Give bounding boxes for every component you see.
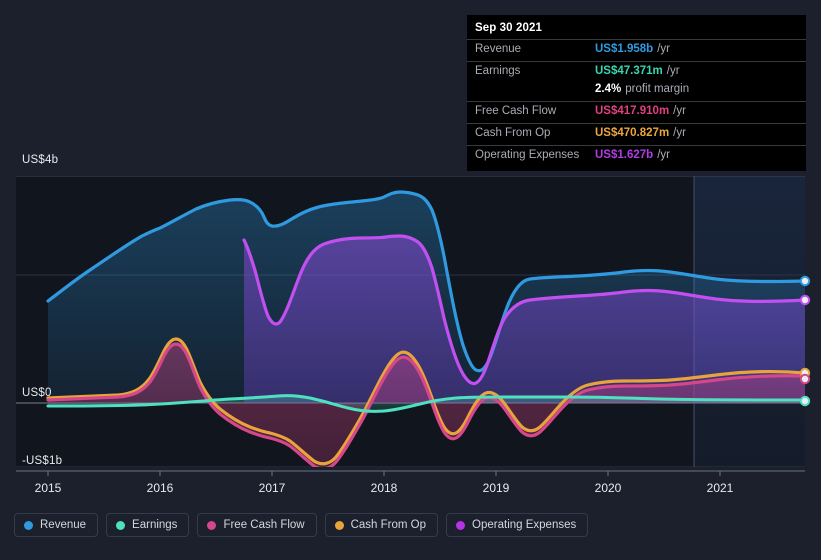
tooltip-row-cash-from-op: Cash From Op US$470.827m /yr [467, 123, 806, 145]
tooltip-label-cash-from-op: Cash From Op [475, 127, 551, 139]
tooltip-value-profit-margin: 2.4% [595, 83, 622, 95]
y-label-top: US$4b [22, 154, 59, 166]
tooltip-row-earnings: Earnings US$47.371m /yr [467, 61, 806, 83]
tooltip-row-operating-expenses: Operating Expenses US$1.627b /yr [467, 145, 806, 167]
tooltip-value-free-cash-flow: US$417.910m [595, 105, 670, 117]
endpoint-earnings [799, 395, 811, 407]
x-label-2016: 2016 [146, 481, 174, 495]
chart-legend: Revenue Earnings Free Cash Flow Cash Fro… [14, 513, 589, 537]
y-label-bottom: -US$1b [22, 455, 63, 467]
legend-item-operating-expenses[interactable]: Operating Expenses [446, 513, 589, 537]
tooltip-value-earnings: US$47.371m [595, 65, 663, 77]
x-label-2017: 2017 [258, 481, 286, 495]
tooltip-row-revenue: Revenue US$1.958b /yr [467, 39, 806, 61]
tooltip-value-cash-from-op: US$470.827m [595, 127, 670, 139]
tooltip-date: Sep 30 2021 [475, 22, 542, 34]
tooltip-label-operating-expenses: Operating Expenses [475, 149, 580, 161]
tooltip-row-free-cash-flow: Free Cash Flow US$417.910m /yr [467, 101, 806, 123]
legend-label-earnings: Earnings [132, 519, 178, 531]
tooltip-label-revenue: Revenue [475, 43, 522, 55]
tooltip-label-free-cash-flow: Free Cash Flow [475, 105, 557, 117]
tooltip-row-profit-margin: 2.4% profit margin [467, 83, 806, 101]
legend-item-cash-from-op[interactable]: Cash From Op [324, 513, 439, 537]
legend-label-free-cash-flow: Free Cash Flow [223, 519, 305, 531]
x-label-2021: 2021 [706, 481, 734, 495]
tooltip-unit-cash-from-op: /yr [673, 127, 686, 139]
tooltip-value-operating-expenses: US$1.627b [595, 149, 654, 161]
tooltip-unit-operating-expenses: /yr [657, 149, 670, 161]
chart-tooltip: Sep 30 2021 Revenue US$1.958b /yr Earnin… [467, 15, 806, 171]
legend-dot-free-cash-flow-icon [207, 520, 217, 530]
legend-dot-revenue-icon [24, 520, 33, 530]
legend-item-free-cash-flow[interactable]: Free Cash Flow [197, 513, 317, 537]
tooltip-unit-earnings: /yr [666, 65, 680, 77]
endpoint-revenue [799, 275, 811, 287]
x-label-2015: 2015 [34, 481, 62, 495]
legend-item-revenue[interactable]: Revenue [14, 513, 99, 537]
legend-dot-cash-from-op-icon [334, 520, 344, 530]
tooltip-label-earnings: Earnings [475, 65, 521, 77]
tooltip-unit-free-cash-flow: /yr [673, 105, 686, 117]
x-label-2019: 2019 [482, 481, 510, 495]
tooltip-value-revenue: US$1.958b [595, 43, 654, 55]
financial-chart: US$4b US$0 -US$1b 2015 2016 2017 2018 20… [0, 0, 821, 560]
endpoint-opex [799, 294, 811, 306]
legend-label-revenue: Revenue [40, 519, 87, 531]
legend-dot-operating-expenses-icon [456, 520, 466, 530]
legend-label-operating-expenses: Operating Expenses [472, 519, 577, 531]
legend-label-cash-from-op: Cash From Op [350, 519, 427, 531]
x-label-2020: 2020 [594, 481, 622, 495]
y-label-zero: US$0 [22, 387, 52, 399]
legend-item-earnings[interactable]: Earnings [106, 513, 190, 537]
tooltip-unit-revenue: /yr [657, 43, 670, 55]
endpoint-free-cash-flow [799, 373, 811, 385]
tooltip-label-profit-margin: profit margin [625, 83, 690, 95]
x-label-2018: 2018 [370, 481, 398, 495]
legend-dot-earnings-icon [116, 520, 126, 530]
